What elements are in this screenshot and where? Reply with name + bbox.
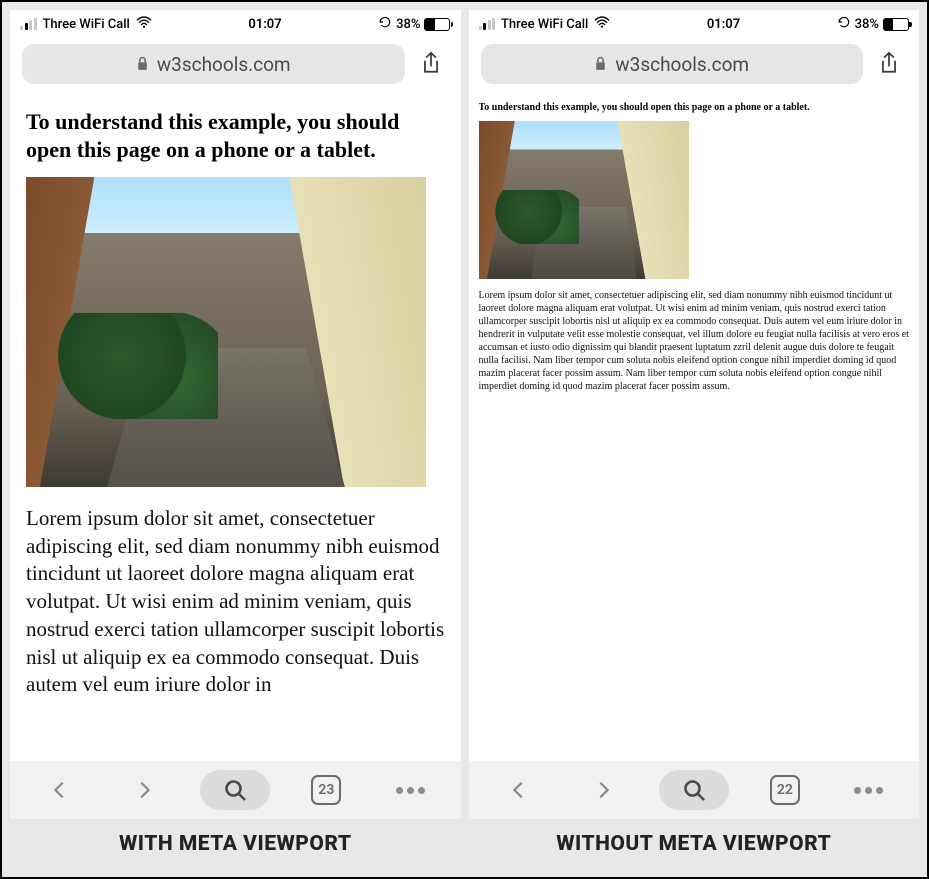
tabs-button[interactable]: 23 — [298, 768, 354, 812]
cellular-signal-icon — [20, 18, 37, 30]
cellular-signal-icon — [479, 18, 496, 30]
url-domain: w3schools.com — [615, 53, 749, 76]
sync-icon — [837, 15, 851, 33]
more-button[interactable] — [382, 768, 438, 812]
browser-toolbar: 22 — [469, 761, 920, 819]
battery-percent: 38% — [855, 17, 879, 32]
status-bar: Three WiFi Call 01:07 38% — [469, 10, 920, 38]
page-content-right[interactable]: To understand this example, you should o… — [469, 94, 920, 761]
page-content-left[interactable]: To understand this example, you should o… — [10, 94, 461, 761]
url-domain: w3schools.com — [157, 53, 291, 76]
search-button[interactable] — [659, 770, 729, 810]
more-icon — [396, 787, 425, 794]
page-body-text: Lorem ipsum dolor sit amet, consectetuer… — [479, 289, 910, 393]
clock-time: 01:07 — [248, 17, 281, 32]
carrier-label: Three WiFi Call — [43, 17, 130, 32]
caption-right: WITHOUT META VIEWPORT — [469, 819, 920, 869]
forward-button[interactable] — [116, 768, 172, 812]
more-button[interactable] — [841, 768, 897, 812]
battery-icon — [424, 18, 450, 31]
search-button[interactable] — [200, 770, 270, 810]
status-bar: Three WiFi Call 01:07 38% — [10, 10, 461, 38]
address-bar[interactable]: w3schools.com — [481, 44, 864, 84]
address-bar[interactable]: w3schools.com — [22, 44, 405, 84]
forward-button[interactable] — [575, 768, 631, 812]
page-heading: To understand this example, you should o… — [26, 108, 445, 163]
lock-icon — [136, 53, 149, 76]
address-bar-row: w3schools.com — [10, 38, 461, 94]
page-photo — [479, 121, 689, 279]
tabs-count: 22 — [770, 775, 800, 805]
battery-icon — [883, 18, 909, 31]
more-icon — [854, 787, 883, 794]
back-button[interactable] — [491, 768, 547, 812]
right-phone-column: Three WiFi Call 01:07 38% — [469, 10, 920, 869]
tabs-button[interactable]: 22 — [757, 768, 813, 812]
carrier-label: Three WiFi Call — [501, 17, 588, 32]
share-button[interactable] — [871, 44, 907, 84]
phone-frame-left: Three WiFi Call 01:07 38% — [10, 10, 461, 819]
back-button[interactable] — [32, 768, 88, 812]
lock-icon — [594, 53, 607, 76]
browser-toolbar: 23 — [10, 761, 461, 819]
wifi-icon — [136, 16, 152, 32]
clock-time: 01:07 — [707, 17, 740, 32]
page-body-text: Lorem ipsum dolor sit amet, consectetuer… — [26, 505, 445, 699]
left-phone-column: Three WiFi Call 01:07 38% — [10, 10, 461, 869]
page-photo — [26, 177, 426, 487]
address-bar-row: w3schools.com — [469, 38, 920, 94]
phone-frame-right: Three WiFi Call 01:07 38% — [469, 10, 920, 819]
battery-percent: 38% — [396, 17, 420, 32]
tabs-count: 23 — [311, 775, 341, 805]
caption-left: WITH META VIEWPORT — [10, 819, 461, 869]
sync-icon — [378, 15, 392, 33]
share-button[interactable] — [413, 44, 449, 84]
page-heading: To understand this example, you should o… — [479, 102, 910, 115]
wifi-icon — [594, 16, 610, 32]
